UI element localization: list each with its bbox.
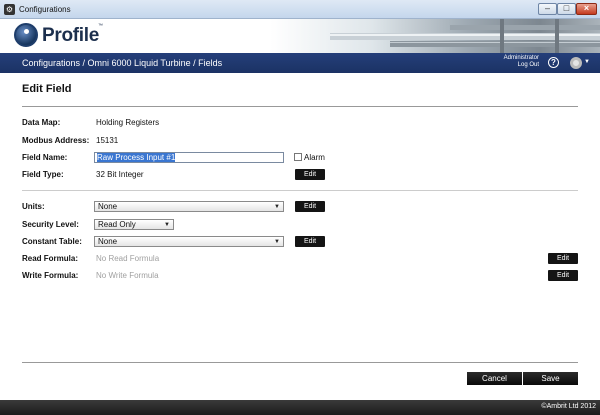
- brand-trademark: ™: [98, 23, 103, 29]
- breadcrumb[interactable]: Configurations / Omni 6000 Liquid Turbin…: [22, 58, 222, 68]
- alarm-checkbox[interactable]: [294, 153, 302, 161]
- user-menu: Administrator Log Out: [470, 55, 539, 69]
- security-level-select[interactable]: Read Only ▼: [94, 219, 174, 230]
- window-titlebar: ⚙ Configurations – □ ×: [0, 0, 600, 19]
- window-title: Configurations: [19, 5, 71, 14]
- chevron-down-icon[interactable]: ▼: [584, 59, 590, 65]
- minimize-button[interactable]: –: [538, 3, 557, 15]
- security-level-value: Read Only: [98, 220, 136, 229]
- constant-table-edit-button[interactable]: Edit: [295, 236, 325, 247]
- title-divider: [22, 106, 578, 107]
- app-header: Profile ™: [0, 19, 600, 53]
- section-divider: [22, 190, 578, 191]
- data-map-label: Data Map:: [22, 118, 61, 127]
- read-formula-edit-button[interactable]: Edit: [548, 253, 578, 264]
- app-icon: ⚙: [4, 4, 15, 15]
- maximize-button[interactable]: □: [557, 3, 576, 15]
- constant-table-value: None: [98, 237, 118, 246]
- field-name-input[interactable]: Raw Process Input #1: [94, 152, 284, 163]
- alarm-label[interactable]: Alarm: [304, 153, 325, 162]
- copyright-text: ©Ambrit Ltd 2012: [541, 403, 596, 410]
- gear-icon[interactable]: [570, 57, 582, 69]
- save-button[interactable]: Save: [523, 372, 578, 385]
- security-level-label: Security Level:: [22, 220, 79, 229]
- main-content: Edit Field Data Map: Holding Registers M…: [0, 73, 600, 400]
- field-type-value: 32 Bit Integer: [96, 170, 144, 179]
- chevron-down-icon: ▼: [274, 204, 280, 210]
- write-formula-value: No Write Formula: [96, 271, 159, 280]
- status-bar: ©Ambrit Ltd 2012: [0, 400, 600, 415]
- profile-logo-icon: [14, 23, 38, 47]
- page-title: Edit Field: [22, 83, 72, 95]
- user-name: Administrator: [503, 55, 539, 61]
- logout-link[interactable]: Log Out: [470, 62, 539, 69]
- units-select[interactable]: None ▼: [94, 201, 284, 212]
- data-map-value: Holding Registers: [96, 118, 160, 127]
- units-label: Units:: [22, 202, 45, 211]
- modbus-address-value: 15131: [96, 136, 119, 145]
- modbus-address-label: Modbus Address:: [22, 136, 90, 145]
- chevron-down-icon: ▼: [164, 222, 170, 228]
- write-formula-label: Write Formula:: [22, 271, 79, 280]
- field-name-input-text: Raw Process Input #1: [97, 153, 176, 162]
- constant-table-label: Constant Table:: [22, 237, 82, 246]
- pipeline-banner-image: [330, 19, 600, 53]
- nav-bar: Configurations / Omni 6000 Liquid Turbin…: [0, 53, 600, 73]
- write-formula-edit-button[interactable]: Edit: [548, 270, 578, 281]
- brand-name: Profile: [42, 25, 100, 46]
- read-formula-label: Read Formula:: [22, 254, 79, 263]
- constant-table-select[interactable]: None ▼: [94, 236, 284, 247]
- close-button[interactable]: ×: [576, 3, 597, 15]
- units-select-value: None: [98, 202, 118, 211]
- field-name-label: Field Name:: [22, 153, 68, 162]
- cancel-button[interactable]: Cancel: [467, 372, 522, 385]
- units-edit-button[interactable]: Edit: [295, 201, 325, 212]
- footer-divider: [22, 362, 578, 363]
- field-type-edit-button[interactable]: Edit: [295, 169, 325, 180]
- read-formula-value: No Read Formula: [96, 254, 160, 263]
- help-icon[interactable]: ?: [548, 57, 559, 68]
- field-type-label: Field Type:: [22, 170, 64, 179]
- chevron-down-icon: ▼: [274, 239, 280, 245]
